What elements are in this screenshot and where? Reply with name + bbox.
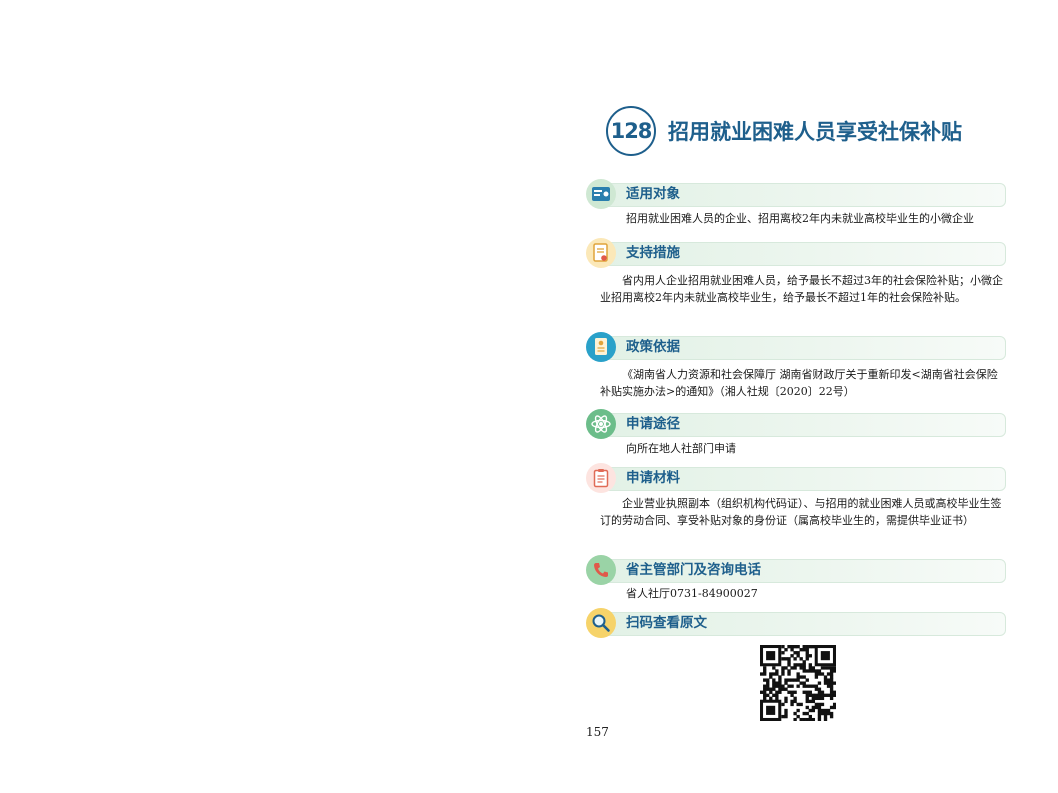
phone-icon <box>586 555 616 585</box>
document-icon <box>586 332 616 362</box>
section-title: 适用对象 <box>626 186 680 202</box>
section-title: 扫码查看原文 <box>626 615 707 631</box>
section-body: 省内用人企业招用就业困难人员，给予最长不超过3年的社会保险补贴；小微企业招用离校… <box>600 274 1003 304</box>
document-page: 128 招用就业困难人员享受社保补贴 适用对象 招用就业困难人员的企业、招用离校… <box>0 0 1058 793</box>
page-title: 招用就业困难人员享受社保补贴 <box>668 120 962 144</box>
section-body: 向所在地人社部门申请 <box>626 442 736 455</box>
section-body: 省人社厅0731-84900027 <box>626 587 758 600</box>
magnifier-icon <box>586 608 616 638</box>
section-title: 支持措施 <box>626 245 680 261</box>
item-number-badge: 128 <box>606 106 656 156</box>
section-title: 申请材料 <box>626 470 680 486</box>
title-row: 128 招用就业困难人员享受社保补贴 <box>606 106 962 156</box>
section-body: 企业营业执照副本（组织机构代码证）、与招用的就业困难人员或高校毕业生签订的劳动合… <box>600 497 1002 527</box>
page-number: 157 <box>586 725 609 739</box>
clipboard-icon <box>586 463 616 493</box>
section-body: 招用就业困难人员的企业、招用离校2年内未就业高校毕业生的小微企业 <box>626 212 974 225</box>
section-title: 申请途径 <box>626 416 680 432</box>
section-title: 省主管部门及咨询电话 <box>626 562 761 578</box>
id-card-icon <box>586 179 616 209</box>
atom-icon <box>586 409 616 439</box>
certificate-icon <box>586 238 616 268</box>
qr-code[interactable] <box>760 645 837 722</box>
section-title: 政策依据 <box>626 339 680 355</box>
section-body: 《湖南省人力资源和社会保障厅 湖南省财政厅关于重新印发<湖南省社会保险补贴实施办… <box>600 368 998 398</box>
